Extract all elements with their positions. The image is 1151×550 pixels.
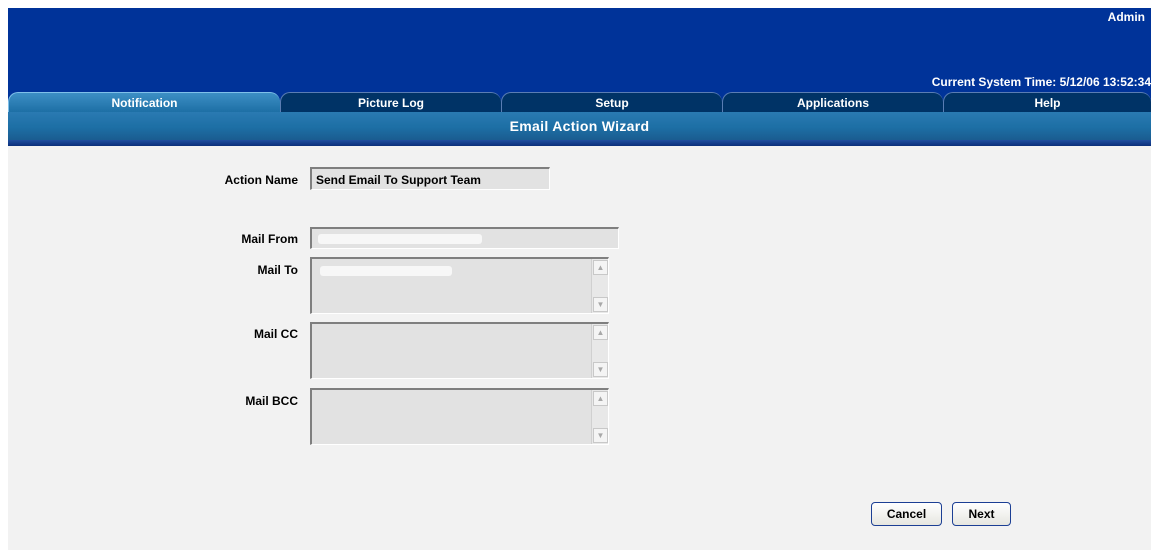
scroll-up-icon[interactable]: ▲ [593, 391, 608, 406]
tab-help[interactable]: Help [943, 92, 1151, 112]
tab-notification[interactable]: Notification [8, 92, 280, 112]
app-header: Admin Current System Time: 5/12/06 13:52… [8, 8, 1151, 90]
wizard-form: Action Name Send Email To Support Team M… [8, 146, 1151, 550]
scroll-down-icon[interactable]: ▼ [593, 297, 608, 312]
mail-cc-scrollbar[interactable]: ▲ ▼ [591, 324, 608, 378]
mail-to-scrollbar[interactable]: ▲ ▼ [591, 259, 608, 313]
mail-to-field[interactable]: ▲ ▼ [310, 257, 609, 314]
mail-bcc-label: Mail BCC [245, 394, 298, 408]
cancel-button[interactable]: Cancel [871, 502, 942, 526]
tab-picture-log[interactable]: Picture Log [280, 92, 501, 112]
mail-to-label: Mail To [257, 263, 298, 277]
mail-cc-field[interactable]: ▲ ▼ [310, 322, 609, 379]
mail-from-label: Mail From [241, 232, 298, 246]
scroll-up-icon[interactable]: ▲ [593, 260, 608, 275]
scroll-down-icon[interactable]: ▼ [593, 428, 608, 443]
mail-bcc-scrollbar[interactable]: ▲ ▼ [591, 390, 608, 444]
tab-bar: Notification Picture Log Setup Applicati… [8, 90, 1151, 112]
scroll-down-icon[interactable]: ▼ [593, 362, 608, 377]
action-name-field[interactable]: Send Email To Support Team [310, 167, 550, 190]
tab-applications[interactable]: Applications [722, 92, 943, 112]
mail-bcc-textarea[interactable] [312, 390, 588, 444]
mail-cc-label: Mail CC [253, 327, 298, 341]
mail-cc-textarea[interactable] [312, 324, 588, 378]
scroll-up-icon[interactable]: ▲ [593, 325, 608, 340]
next-button[interactable]: Next [952, 502, 1011, 526]
redacted-text [320, 266, 452, 276]
action-name-label: Action Name [224, 173, 298, 187]
wizard-title: Email Action Wizard [509, 118, 650, 134]
system-time: Current System Time: 5/12/06 13:52:34 [931, 75, 1151, 89]
user-name: Admin [1107, 10, 1145, 24]
wizard-title-bar: Email Action Wizard [8, 112, 1151, 140]
redacted-text [318, 234, 482, 244]
tab-setup[interactable]: Setup [501, 92, 722, 112]
mail-bcc-field[interactable]: ▲ ▼ [310, 388, 609, 445]
